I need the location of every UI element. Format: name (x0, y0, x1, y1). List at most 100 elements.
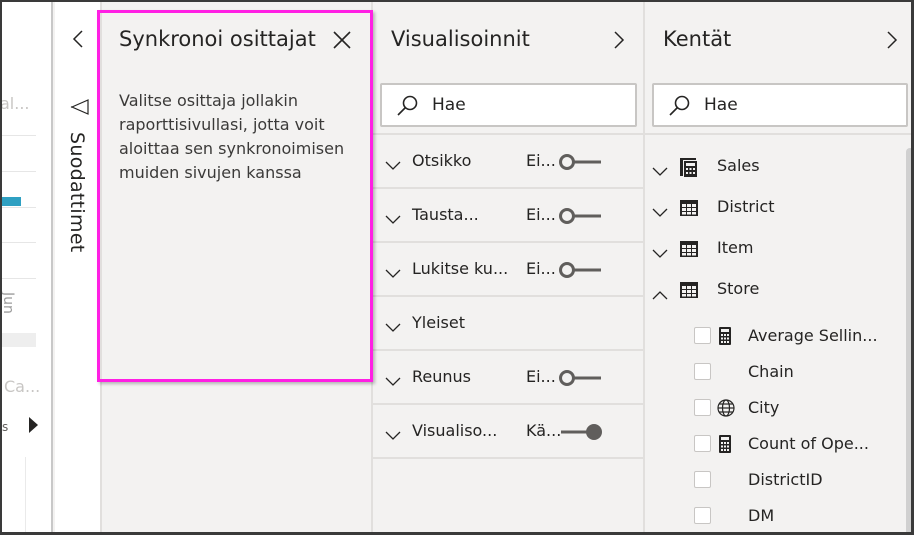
visualizations-search-input[interactable] (432, 93, 622, 117)
toggle-switch-off[interactable] (558, 206, 604, 226)
field-item[interactable]: Average Sellin... (645, 321, 900, 351)
toggle-state-label: Ei... (526, 205, 556, 224)
report-band (2, 333, 36, 347)
field-item[interactable]: Chain (645, 357, 900, 387)
sync-slicers-title: Synkronoi osittajat (119, 27, 316, 51)
field-name: Average Sellin... (748, 326, 878, 345)
visualizations-title: Visualisoinnit (391, 27, 530, 51)
table-icon (679, 239, 699, 259)
field-name: DM (748, 506, 775, 525)
calculator-table-icon (679, 157, 699, 177)
chevron-down-icon[interactable] (385, 372, 401, 386)
play-arrow-icon[interactable] (29, 417, 38, 433)
table-name: Sales (717, 156, 760, 175)
report-divider (25, 457, 26, 532)
field-table-district[interactable]: District (645, 193, 900, 223)
fields-search-input[interactable] (704, 93, 894, 117)
fields-scrollbar[interactable] (906, 148, 911, 532)
field-table-item[interactable]: Item (645, 234, 900, 264)
table-name: District (717, 197, 775, 216)
format-section-label: Tausta... (412, 205, 479, 224)
field-name: Count of Ope... (748, 434, 869, 453)
sync-slicers-description: Valitse osittaja jollakin raporttisivull… (119, 91, 345, 182)
field-checkbox[interactable] (694, 507, 711, 524)
field-item[interactable]: City (645, 393, 900, 423)
format-section-row[interactable]: Otsikko Ei... (373, 135, 643, 189)
report-text-fragment: s (2, 420, 9, 434)
field-table-sales[interactable]: Sales (645, 152, 900, 182)
format-section-label: Visualiso... (412, 421, 498, 440)
fields-search-box[interactable] (652, 83, 908, 127)
table-icon (679, 198, 699, 218)
format-section-row[interactable]: Reunus Ei... (373, 351, 643, 405)
toggle-state-label: Ei... (526, 151, 556, 170)
toggle-switch-off[interactable] (558, 260, 604, 280)
field-checkbox[interactable] (694, 471, 711, 488)
power-bi-window: al... Jun Ca... s Suodattimet Synkronoi … (0, 0, 914, 535)
chevron-down-icon[interactable] (385, 264, 401, 278)
globe-icon (716, 398, 735, 418)
toggle-switch-off[interactable] (558, 368, 604, 388)
toggle-state-label: Ei... (526, 259, 556, 278)
report-bar[interactable] (2, 197, 21, 206)
chevron-left-icon[interactable] (71, 28, 85, 50)
search-icon (397, 95, 418, 116)
field-checkbox[interactable] (694, 399, 711, 416)
filters-pane-collapsed[interactable]: Suodattimet (55, 2, 102, 532)
field-item[interactable]: Count of Ope... (645, 429, 900, 459)
chevron-down-icon[interactable] (652, 203, 668, 217)
visualizations-search-box[interactable] (380, 83, 637, 127)
chevron-down-icon[interactable] (385, 318, 401, 332)
report-gridline (2, 171, 36, 172)
fields-title: Kentät (663, 27, 732, 51)
report-gridline (2, 242, 36, 243)
table-icon (679, 280, 699, 300)
chevron-down-icon[interactable] (652, 244, 668, 258)
filters-label[interactable]: Suodattimet (66, 132, 88, 253)
calculator-icon (716, 326, 734, 346)
divider (645, 133, 911, 135)
format-section-label: Reunus (412, 367, 471, 386)
field-name: DistrictID (748, 470, 823, 489)
sync-slicers-pane: Synkronoi osittajat Valitse osittaja jol… (102, 2, 373, 532)
close-icon[interactable] (332, 30, 352, 50)
format-section-label: Yleiset (412, 313, 465, 332)
table-name: Item (717, 238, 754, 257)
chevron-right-icon[interactable] (613, 30, 625, 50)
search-icon (669, 95, 690, 116)
field-checkbox[interactable] (694, 435, 711, 452)
field-table-store[interactable]: Store (645, 275, 900, 305)
funnel-icon (70, 99, 89, 115)
field-item[interactable]: DistrictID (645, 465, 900, 495)
chevron-right-icon[interactable] (886, 30, 898, 50)
report-text-fragment: Ca... (4, 377, 41, 396)
format-section-label: Otsikko (412, 151, 472, 170)
report-canvas[interactable]: al... Jun Ca... s (2, 2, 53, 532)
report-axis-label: Jun (2, 292, 16, 314)
field-name: Chain (748, 362, 794, 381)
toggle-switch-off[interactable] (558, 152, 604, 172)
field-item[interactable]: DM (645, 501, 900, 531)
chevron-up-icon[interactable] (652, 285, 668, 300)
format-section-label: Lukitse ku... (412, 259, 509, 278)
toggle-switch-on[interactable] (558, 422, 604, 442)
chevron-down-icon[interactable] (652, 162, 668, 176)
format-section-row[interactable]: Lukitse ku... Ei... (373, 243, 643, 297)
report-text-fragment: al... (2, 94, 30, 113)
field-checkbox[interactable] (694, 327, 711, 344)
report-gridline (2, 278, 36, 279)
format-section-row[interactable]: Yleiset (373, 297, 643, 351)
chevron-down-icon[interactable] (385, 426, 401, 440)
toggle-state-label: Ei... (526, 367, 556, 386)
field-name: City (748, 398, 780, 417)
chevron-down-icon[interactable] (385, 210, 401, 224)
visualizations-pane: Visualisoinnit Otsikko Ei... Tausta... Ei..… (373, 2, 645, 532)
fields-pane: Kentät Sales District Item Store Average Sel… (645, 2, 911, 532)
report-gridline (2, 135, 36, 136)
format-section-row[interactable]: Visualiso... Kä... (373, 405, 643, 459)
format-section-row[interactable]: Tausta... Ei... (373, 189, 643, 243)
chevron-down-icon[interactable] (385, 156, 401, 170)
toggle-state-label: Kä... (526, 421, 562, 440)
table-name: Store (717, 279, 760, 298)
field-checkbox[interactable] (694, 363, 711, 380)
